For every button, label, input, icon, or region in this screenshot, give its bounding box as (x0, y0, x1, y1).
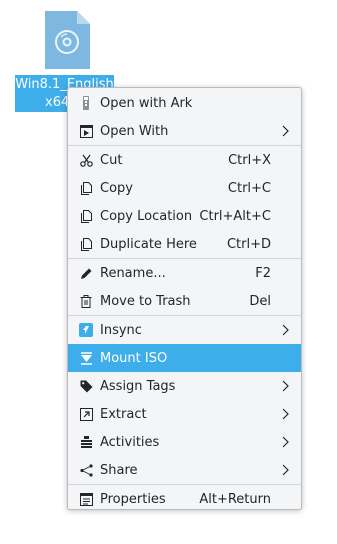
menu-item-copy-location[interactable]: Copy Location Ctrl+Alt+C (68, 202, 301, 230)
extract-icon (79, 407, 93, 421)
trash-icon (79, 294, 93, 308)
desktop: Win8.1_English x64 Open with Ark Open Wi… (0, 0, 337, 544)
chevron-right-icon (282, 408, 289, 420)
menu-item-shortcut: Ctrl+D (226, 236, 271, 252)
insync-icon (79, 323, 93, 337)
chevron-right-icon (282, 436, 289, 448)
menu-item-open-with-ark[interactable]: Open with Ark (68, 89, 301, 117)
menu-item-extract[interactable]: Extract (68, 400, 301, 428)
menu-item-label: Insync (100, 322, 142, 338)
menu-item-activities[interactable]: Activities (68, 428, 301, 456)
activities-icon (79, 435, 93, 449)
menu-item-assign-tags[interactable]: Assign Tags (68, 372, 301, 400)
duplicate-icon (79, 237, 93, 251)
tag-icon (79, 379, 93, 393)
copy-icon (79, 181, 93, 195)
menu-item-open-with[interactable]: Open With (68, 117, 301, 145)
ark-icon (79, 96, 93, 110)
pencil-icon (79, 266, 93, 280)
scissors-icon (79, 153, 93, 167)
menu-item-copy[interactable]: Copy Ctrl+C (68, 174, 301, 202)
menu-item-shortcut: Del (249, 293, 271, 309)
menu-item-mount-iso[interactable]: Mount ISO (68, 344, 301, 372)
menu-item-cut[interactable]: Cut Ctrl+X (68, 146, 301, 174)
context-menu: Open with Ark Open With Cut Ctrl+X Copy … (67, 87, 302, 510)
menu-item-properties[interactable]: Properties Alt+Return (68, 485, 301, 513)
copy-location-icon (79, 209, 93, 223)
menu-item-label: Open with Ark (100, 95, 193, 111)
menu-item-label: Mount ISO (100, 350, 168, 366)
menu-item-shortcut: Ctrl+Alt+C (199, 208, 271, 224)
menu-item-label: Activities (100, 434, 160, 450)
open-with-icon (79, 124, 93, 138)
share-icon (79, 463, 93, 477)
menu-item-shortcut: F2 (255, 265, 271, 281)
menu-item-label: Share (100, 462, 138, 478)
menu-item-rename[interactable]: Rename... F2 (68, 259, 301, 287)
menu-item-label: Assign Tags (100, 378, 176, 394)
menu-item-shortcut: Alt+Return (199, 491, 271, 507)
menu-item-duplicate-here[interactable]: Duplicate Here Ctrl+D (68, 230, 301, 258)
menu-item-share[interactable]: Share (68, 456, 301, 484)
chevron-right-icon (282, 324, 289, 336)
chevron-right-icon (282, 125, 289, 137)
menu-item-move-to-trash[interactable]: Move to Trash Del (68, 287, 301, 315)
chevron-right-icon (282, 464, 289, 476)
menu-item-shortcut: Ctrl+C (227, 180, 271, 196)
menu-item-label: Extract (100, 406, 147, 422)
properties-icon (79, 492, 93, 506)
menu-item-label: Open With (100, 123, 169, 139)
disc-image-file-icon[interactable] (45, 11, 90, 69)
chevron-right-icon (282, 380, 289, 392)
menu-item-insync[interactable]: Insync (68, 316, 301, 344)
mount-icon (79, 351, 93, 365)
menu-item-shortcut: Ctrl+X (228, 152, 271, 168)
